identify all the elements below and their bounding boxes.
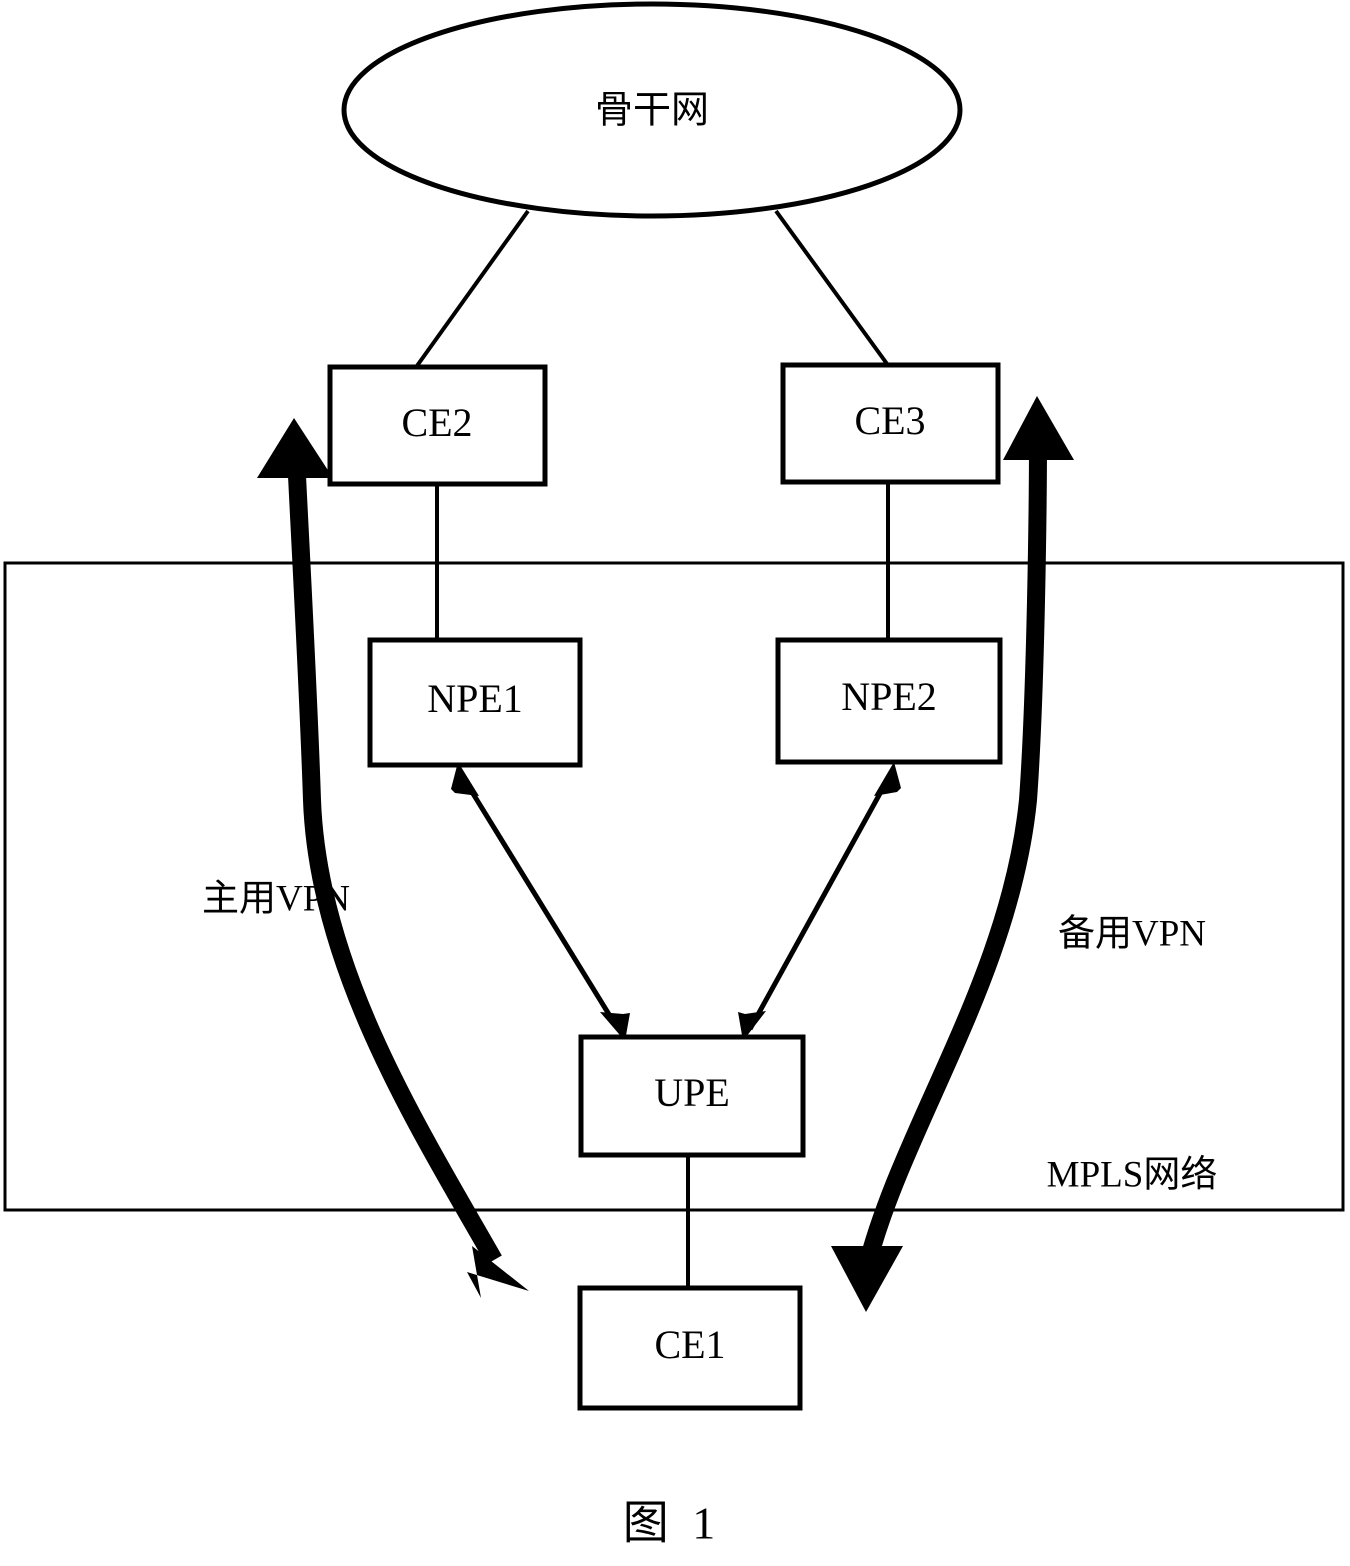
node-ce1[interactable]: CE1 xyxy=(577,1285,803,1411)
node-ce3[interactable]: CE3 xyxy=(780,362,1001,485)
node-ce2-label: CE2 xyxy=(401,400,472,445)
mpls-network-label: MPLS网络 xyxy=(1047,1153,1218,1195)
node-npe2-label: NPE2 xyxy=(841,674,937,719)
primary-vpn-path xyxy=(287,454,502,1265)
backup-vpn-label: 备用VPN xyxy=(1058,913,1206,954)
node-ce1-label: CE1 xyxy=(654,1322,725,1367)
arrowhead-backup-vpn-up xyxy=(1003,396,1074,460)
node-upe[interactable]: UPE xyxy=(578,1034,806,1158)
node-npe1[interactable]: NPE1 xyxy=(367,637,583,768)
link-npe2-upe xyxy=(747,777,891,1031)
arrowhead-primary-vpn-up xyxy=(257,418,333,478)
arrowhead-backup-vpn-down xyxy=(831,1246,903,1312)
figure-container: 骨干网 CE2 CE3 NPE1 NPE2 UPE CE1 主用VPN 备用VP… xyxy=(0,0,1350,1566)
link-backbone-ce3 xyxy=(774,209,892,370)
link-backbone-ce2 xyxy=(412,209,530,372)
node-ce3-label: CE3 xyxy=(854,398,925,443)
node-upe-label: UPE xyxy=(654,1070,730,1115)
backbone-network-label: 骨干网 xyxy=(595,88,709,132)
node-npe1-label: NPE1 xyxy=(427,676,523,721)
node-ce2[interactable]: CE2 xyxy=(327,364,548,487)
node-npe2[interactable]: NPE2 xyxy=(775,637,1003,765)
network-diagram: 骨干网 CE2 CE3 NPE1 NPE2 UPE CE1 主用VPN 备用VP… xyxy=(3,1,1345,1549)
figure-caption: 图 1 xyxy=(623,1498,722,1549)
primary-vpn-label: 主用VPN xyxy=(202,878,350,919)
arrowhead-npe2-upe-up xyxy=(874,762,901,796)
link-npe1-upe xyxy=(461,777,621,1031)
